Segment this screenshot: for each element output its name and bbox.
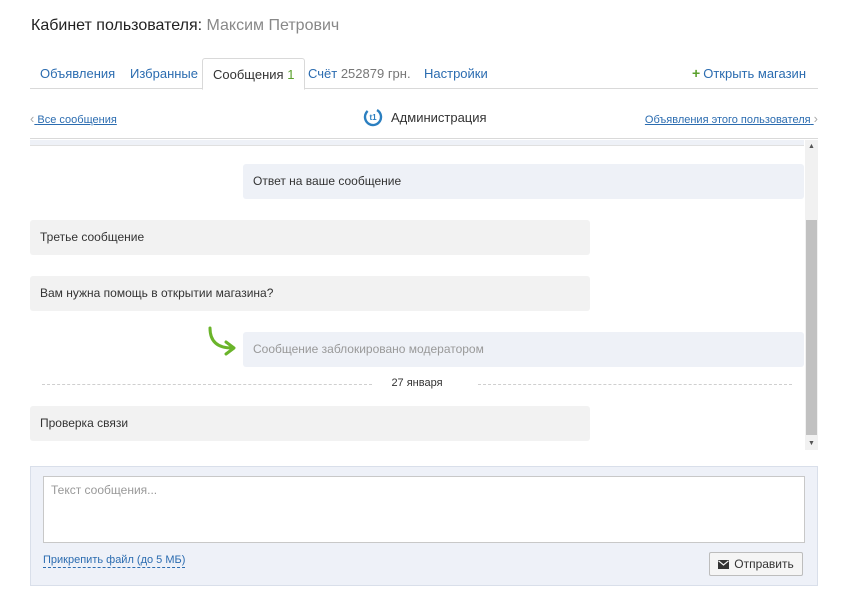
- tab-messages-label: Сообщения: [213, 67, 284, 82]
- tab-favorites[interactable]: Избранные: [120, 58, 208, 89]
- chevron-right-icon: ›: [813, 111, 818, 126]
- tab-favorites-label: Избранные: [130, 66, 198, 81]
- conversation-title-label: Администрация: [391, 109, 487, 125]
- user-ads-link[interactable]: Объявления этого пользователя ›: [645, 111, 818, 126]
- admin-logo-icon: t1: [363, 107, 383, 127]
- attach-file-link[interactable]: Прикрепить файл (до 5 МБ): [43, 554, 186, 568]
- send-button[interactable]: Отправить: [709, 552, 803, 576]
- date-separator-label: 27 января: [391, 377, 443, 389]
- conversation-header: ‹ Все сообщения t1 Администрация Объявле…: [30, 99, 818, 139]
- plus-icon: +: [692, 65, 701, 81]
- message-list-scrollbar[interactable]: ▲ ▼: [805, 140, 818, 450]
- messages-count-badge: 1: [287, 67, 295, 82]
- user-ads-label: Объявления этого пользователя: [644, 114, 811, 126]
- scroll-up-icon[interactable]: ▲: [805, 140, 818, 153]
- tab-account-label: Счёт: [308, 66, 338, 81]
- user-name: Максим Петрович: [206, 17, 340, 34]
- date-separator: 27 января: [42, 376, 792, 392]
- svg-text:t1: t1: [369, 113, 377, 122]
- scrollbar-thumb[interactable]: [806, 220, 817, 435]
- envelope-icon: [718, 559, 730, 569]
- message-composer: Прикрепить файл (до 5 МБ) Отправить: [30, 466, 818, 586]
- all-messages-label: Все сообщения: [37, 114, 117, 126]
- message-incoming: Третье сообщение: [30, 220, 590, 255]
- message-input[interactable]: [43, 476, 805, 543]
- message-outgoing: Ответ на ваше сообщение: [243, 164, 804, 199]
- conversation-title: t1 Администрация: [363, 105, 487, 129]
- account-balance: 252879 грн.: [340, 66, 411, 81]
- chevron-left-icon: ‹: [30, 111, 35, 126]
- message-incoming: Проверка связи: [30, 406, 590, 441]
- all-messages-link[interactable]: ‹ Все сообщения: [30, 111, 117, 126]
- open-shop-label: Открыть магазин: [703, 66, 806, 81]
- page-title: Кабинет пользователя: Максим Петрович: [31, 17, 339, 35]
- tab-ads[interactable]: Объявления: [30, 58, 125, 89]
- message-incoming: Вам нужна помощь в открытии магазина?: [30, 276, 590, 311]
- message-list[interactable]: Ответ на ваше сообщение Третье сообщение…: [30, 140, 818, 450]
- page-title-label: Кабинет пользователя:: [31, 17, 203, 34]
- tab-account[interactable]: Счёт 252879 грн.: [298, 58, 421, 89]
- tab-ads-label: Объявления: [40, 66, 116, 81]
- green-arrow-icon: [208, 326, 236, 356]
- tab-settings[interactable]: Настройки: [414, 58, 498, 89]
- tab-settings-label: Настройки: [424, 66, 488, 81]
- tab-messages[interactable]: Сообщения 1: [202, 58, 306, 90]
- account-tabs: Объявления Избранные Сообщения 1 Счёт 25…: [30, 58, 818, 90]
- message-blocked: Сообщение заблокировано модератором: [243, 332, 804, 367]
- message-fragment: [30, 140, 804, 146]
- send-button-label: Отправить: [734, 557, 794, 571]
- scroll-down-icon[interactable]: ▼: [805, 437, 818, 450]
- open-shop-link[interactable]: + Открыть магазин: [692, 58, 806, 89]
